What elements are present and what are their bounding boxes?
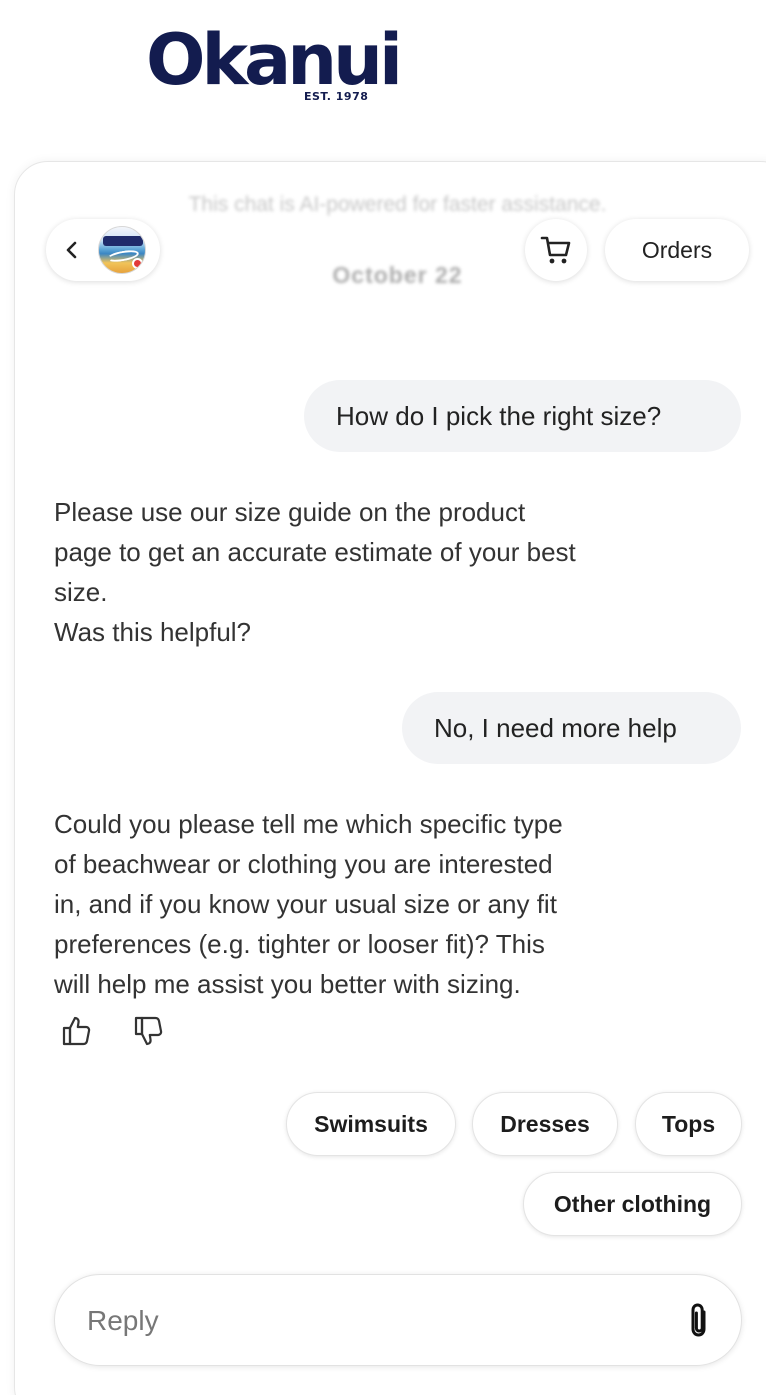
message-line: Please use our size guide on the product: [54, 497, 526, 527]
thumbs-down-icon[interactable]: [132, 1014, 166, 1048]
avatar-logo-band: [103, 236, 143, 246]
quick-reply-tops[interactable]: Tops: [635, 1092, 742, 1156]
page: Okanui EST. 1978 This chat is AI-powered…: [0, 0, 766, 1395]
message-line: of beachwear or clothing you are interes…: [54, 849, 553, 879]
assistant-message: Please use our size guide on the product…: [54, 492, 674, 652]
message-line: preferences (e.g. tighter or looser fit)…: [54, 929, 545, 959]
brand-name: Okanui: [146, 19, 403, 101]
feedback-row: [60, 1014, 166, 1048]
back-button[interactable]: [46, 219, 160, 281]
paperclip-icon[interactable]: [683, 1301, 717, 1341]
agent-avatar: [98, 226, 146, 274]
user-message: How do I pick the right size?: [304, 380, 741, 452]
cart-button[interactable]: [525, 219, 587, 281]
orders-button[interactable]: Orders: [605, 219, 749, 281]
chevron-left-icon: [66, 241, 77, 259]
thumbs-up-icon[interactable]: [60, 1014, 94, 1048]
message-line: Was this helpful?: [54, 617, 252, 647]
quick-reply-swimsuits[interactable]: Swimsuits: [286, 1092, 456, 1156]
message-line: will help me assist you better with sizi…: [54, 969, 521, 999]
message-line: page to get an accurate estimate of your…: [54, 537, 576, 567]
quick-reply-dresses[interactable]: Dresses: [472, 1092, 618, 1156]
brand-logo[interactable]: Okanui EST. 1978: [146, 22, 403, 112]
brand-tagline: EST. 1978: [304, 90, 369, 103]
reply-input[interactable]: [87, 1297, 647, 1345]
user-message: No, I need more help: [402, 692, 741, 764]
message-line: in, and if you know your usual size or a…: [54, 889, 557, 919]
hibiscus-icon: [132, 258, 143, 269]
message-line: Could you please tell me which specific …: [54, 809, 563, 839]
cart-icon: [540, 236, 571, 264]
quick-reply-other-clothing[interactable]: Other clothing: [523, 1172, 742, 1236]
ai-notice: This chat is AI-powered for faster assis…: [188, 193, 607, 216]
reply-composer: [54, 1274, 742, 1366]
assistant-message: Could you please tell me which specific …: [54, 804, 674, 1004]
message-line: size.: [54, 577, 108, 607]
